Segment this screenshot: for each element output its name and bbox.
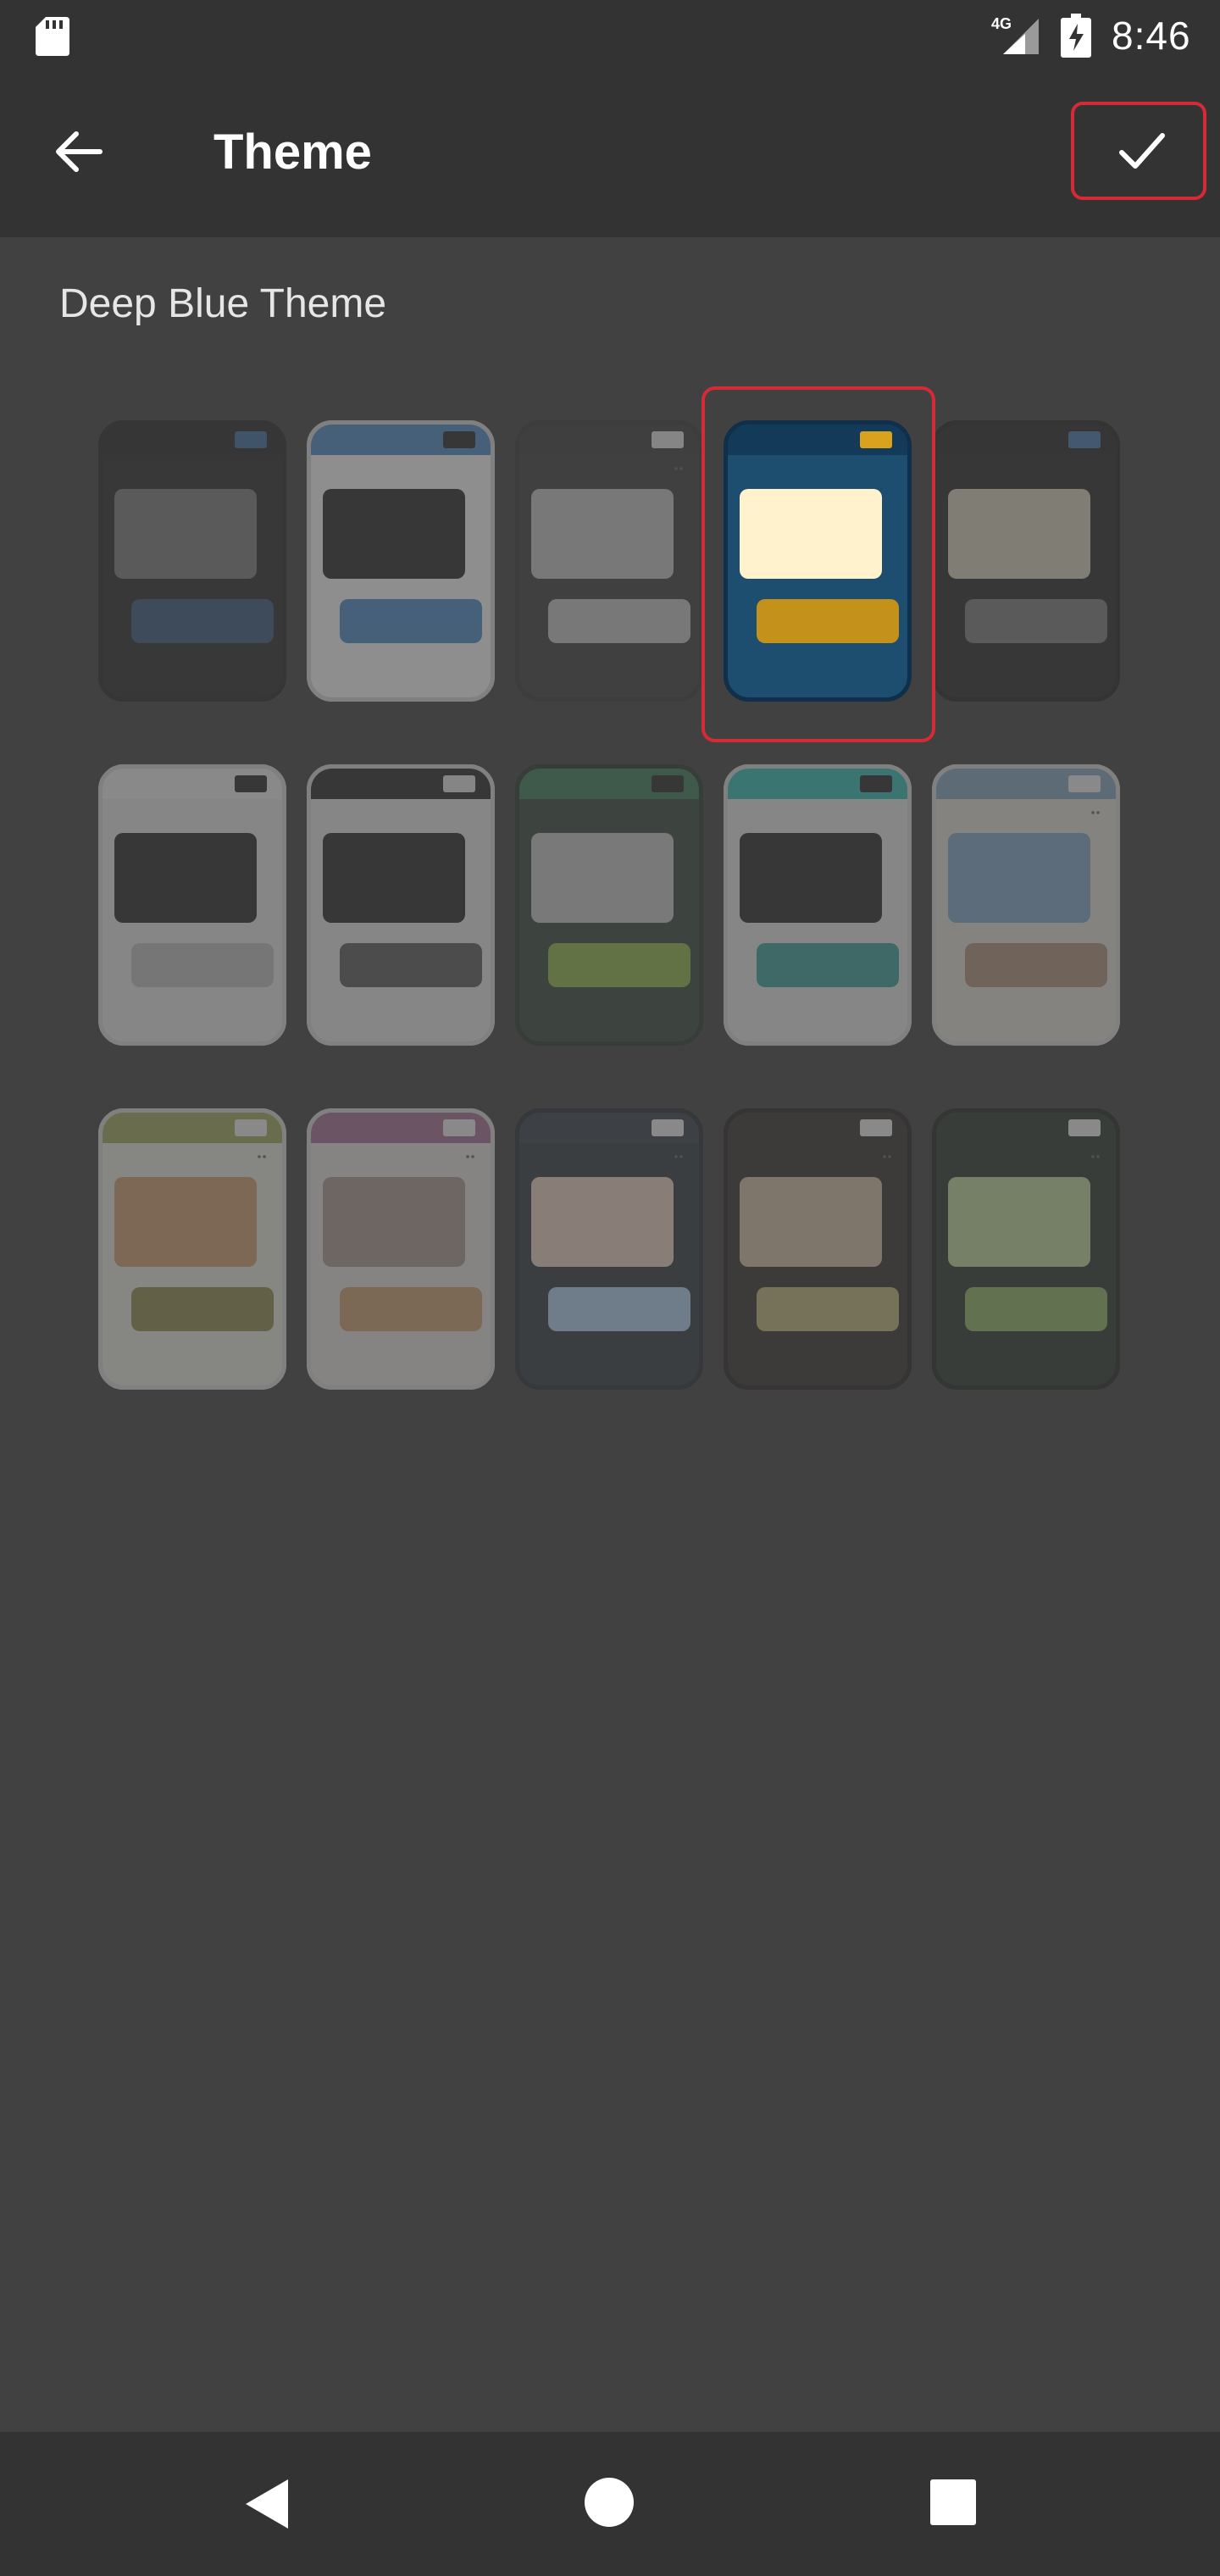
preview-accent-chip xyxy=(1068,431,1101,448)
preview-card xyxy=(531,489,674,579)
preview-button xyxy=(131,1287,274,1331)
theme-option[interactable] xyxy=(515,420,703,702)
preview-card xyxy=(740,1177,882,1267)
preview-accent-chip xyxy=(1068,775,1101,792)
preview-accent-chip xyxy=(860,1119,892,1136)
preview-toolbar xyxy=(728,1113,907,1143)
preview-toolbar xyxy=(519,769,699,799)
theme-preview xyxy=(307,1108,495,1390)
preview-card xyxy=(323,489,465,579)
preview-button xyxy=(131,943,274,987)
preview-accent-chip xyxy=(652,431,684,448)
preview-accent-chip xyxy=(443,431,475,448)
preview-button xyxy=(757,1287,899,1331)
theme-option[interactable] xyxy=(98,764,286,1046)
preview-card xyxy=(948,1177,1090,1267)
theme-option[interactable] xyxy=(98,420,286,702)
preview-button xyxy=(548,943,690,987)
preview-button xyxy=(340,1287,482,1331)
preview-button xyxy=(965,943,1107,987)
theme-preview xyxy=(98,764,286,1046)
theme-option[interactable] xyxy=(307,764,495,1046)
preview-accent-chip xyxy=(235,1119,267,1136)
navigation-bar xyxy=(0,2432,1220,2576)
preview-button xyxy=(548,599,690,643)
theme-grid xyxy=(0,0,1220,1441)
theme-preview xyxy=(515,420,703,702)
preview-toolbar xyxy=(311,425,491,455)
preview-card xyxy=(323,1177,465,1267)
preview-accent-chip xyxy=(1068,1119,1101,1136)
preview-accent-chip xyxy=(652,775,684,792)
preview-card xyxy=(531,833,674,923)
preview-card xyxy=(114,489,257,579)
theme-option[interactable] xyxy=(515,1108,703,1390)
theme-preview xyxy=(307,420,495,702)
preview-toolbar xyxy=(311,769,491,799)
preview-button xyxy=(548,1287,690,1331)
preview-card xyxy=(948,489,1090,579)
preview-card xyxy=(114,1177,257,1267)
preview-card xyxy=(114,833,257,923)
preview-toolbar xyxy=(103,1113,282,1143)
preview-menu-dots xyxy=(465,1155,475,1158)
preview-accent-chip xyxy=(652,1119,684,1136)
theme-preview xyxy=(98,1108,286,1390)
theme-preview xyxy=(307,764,495,1046)
preview-toolbar xyxy=(519,425,699,455)
preview-toolbar xyxy=(311,1113,491,1143)
preview-toolbar xyxy=(103,769,282,799)
theme-preview xyxy=(515,1108,703,1390)
preview-menu-dots xyxy=(674,467,684,470)
theme-preview xyxy=(515,764,703,1046)
theme-option[interactable] xyxy=(307,1108,495,1390)
preview-button xyxy=(757,943,899,987)
preview-toolbar xyxy=(519,1113,699,1143)
preview-card xyxy=(740,833,882,923)
preview-button xyxy=(965,1287,1107,1331)
preview-accent-chip xyxy=(443,1119,475,1136)
theme-option[interactable] xyxy=(98,1108,286,1390)
preview-accent-chip xyxy=(860,775,892,792)
theme-option[interactable] xyxy=(724,1108,912,1390)
theme-preview xyxy=(724,764,912,1046)
selected-theme-highlight xyxy=(702,386,935,742)
preview-menu-dots xyxy=(257,1155,267,1158)
theme-option[interactable] xyxy=(724,764,912,1046)
preview-toolbar xyxy=(936,425,1116,455)
preview-button xyxy=(965,599,1107,643)
theme-preview xyxy=(98,420,286,702)
preview-button xyxy=(131,599,274,643)
preview-menu-dots xyxy=(1090,811,1101,814)
preview-toolbar xyxy=(936,769,1116,799)
preview-accent-chip xyxy=(443,775,475,792)
nav-back-icon[interactable] xyxy=(241,2476,291,2532)
preview-button xyxy=(340,599,482,643)
theme-preview xyxy=(724,1108,912,1390)
theme-option[interactable] xyxy=(932,764,1120,1046)
theme-preview xyxy=(932,764,1120,1046)
preview-menu-dots xyxy=(882,1155,892,1158)
preview-menu-dots xyxy=(1090,1155,1101,1158)
theme-preview xyxy=(932,420,1120,702)
preview-accent-chip xyxy=(235,431,267,448)
preview-card xyxy=(948,833,1090,923)
preview-toolbar xyxy=(936,1113,1116,1143)
theme-option[interactable] xyxy=(515,764,703,1046)
preview-toolbar xyxy=(728,769,907,799)
theme-preview xyxy=(932,1108,1120,1390)
preview-toolbar xyxy=(103,425,282,455)
preview-menu-dots xyxy=(674,1155,684,1158)
preview-button xyxy=(340,943,482,987)
nav-recents-icon[interactable] xyxy=(930,2479,976,2525)
preview-card xyxy=(531,1177,674,1267)
nav-home-icon[interactable] xyxy=(585,2478,634,2527)
theme-option[interactable] xyxy=(932,1108,1120,1390)
theme-option[interactable] xyxy=(932,420,1120,702)
preview-card xyxy=(323,833,465,923)
preview-accent-chip xyxy=(235,775,267,792)
theme-option[interactable] xyxy=(307,420,495,702)
